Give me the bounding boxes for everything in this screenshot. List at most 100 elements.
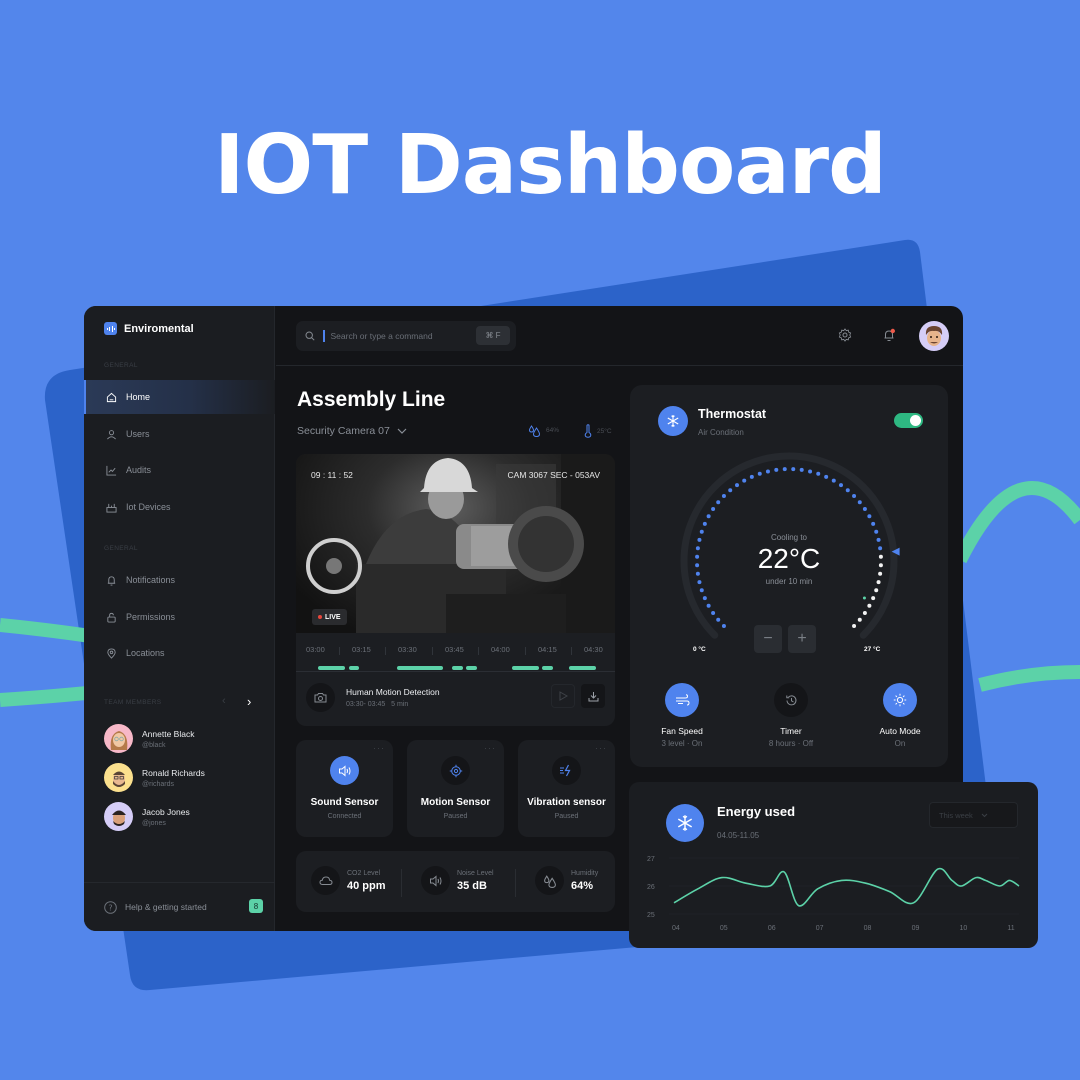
thermostat-toggle[interactable] [894, 413, 923, 428]
chevron-right-icon[interactable]: › [247, 694, 251, 709]
sidebar-item-label: Users [126, 429, 150, 439]
metric-noise: Noise Level 35 dB [421, 866, 494, 895]
timeline-event[interactable] [512, 666, 539, 670]
more-icon[interactable]: ··· [484, 743, 496, 753]
timeline-track [296, 671, 615, 672]
play-button[interactable] [551, 684, 575, 708]
timeline-event[interactable] [452, 666, 463, 670]
avatar [104, 724, 133, 753]
toggle-knob [910, 415, 921, 426]
team-member[interactable]: Annette Black @black [104, 724, 194, 753]
dial-dot [857, 617, 862, 622]
camera-select-label: Security Camera 07 [297, 425, 390, 437]
dial-dot [711, 610, 716, 615]
mode-fan-speed[interactable]: Fan Speed 3 level · On [637, 683, 727, 748]
timeline-event[interactable] [542, 666, 553, 670]
sensor-card-vibration[interactable]: ··· Vibration sensor Paused [518, 740, 615, 837]
snowflake-icon [658, 406, 688, 436]
speaker-icon [421, 866, 450, 895]
droplet-icon [528, 425, 541, 437]
event-time: 03:30- 03:45 [346, 701, 386, 708]
sidebar-item-iot-devices[interactable]: Iot Devices [84, 490, 275, 524]
search-icon [305, 331, 315, 341]
wave-right-bottom [978, 665, 1080, 692]
sidebar-item-permissions[interactable]: Permissions [84, 600, 275, 634]
timeline-event[interactable] [318, 666, 345, 670]
decrease-button[interactable]: − [754, 625, 782, 653]
dial-dot [871, 521, 876, 526]
timeline-tick: 03:00 [306, 645, 325, 654]
page-title: Assembly Line [297, 388, 446, 411]
dial-dot [721, 624, 726, 629]
dial-dot [716, 617, 721, 622]
timeline-event[interactable] [349, 666, 359, 670]
timeline-event[interactable] [466, 666, 477, 670]
member-handle: @richards [142, 780, 175, 788]
x-tick-label: 07 [816, 925, 824, 932]
camera-select[interactable]: Security Camera 07 [297, 425, 407, 437]
dial-dot [765, 469, 770, 474]
dial-max-label: 27 °C [864, 646, 881, 653]
more-icon[interactable]: ··· [373, 743, 385, 753]
mode-timer[interactable]: Timer 8 hours · Off [746, 683, 836, 748]
motion-event[interactable]: Human Motion Detection 03:30- 03:45 5 mi… [306, 683, 440, 712]
cloud-icon [311, 866, 340, 895]
bell-icon [107, 575, 116, 586]
temperature-indicator: 25°C [584, 424, 612, 438]
dial-dot [874, 588, 879, 593]
dial-dot [706, 603, 711, 608]
sidebar-item-label: Audits [126, 465, 152, 475]
dial-dot [728, 488, 733, 493]
download-button[interactable] [581, 684, 605, 708]
x-tick-label: 06 [768, 925, 776, 932]
sidebar-item-notifications[interactable]: Notifications [84, 563, 275, 597]
dial-dot [852, 493, 857, 498]
settings-button[interactable] [836, 326, 854, 344]
snowflake-icon [666, 804, 704, 842]
live-dot-icon [318, 615, 322, 619]
team-member[interactable]: Jacob Jones @jones [104, 802, 190, 831]
search-input[interactable]: Search or type a command ⌘ F [296, 321, 516, 351]
team-member[interactable]: Ronald Richards @richards [104, 763, 205, 792]
thermometer-icon [584, 424, 592, 438]
dial-dot [757, 471, 762, 476]
brand[interactable]: Enviromental [104, 322, 194, 335]
period-select[interactable]: This week [929, 802, 1018, 828]
event-title: Human Motion Detection [346, 687, 440, 697]
dial-dot [721, 493, 726, 498]
sidebar-item-locations[interactable]: Locations [84, 636, 275, 670]
mode-name: Timer [780, 726, 802, 736]
x-tick-label: 08 [864, 925, 872, 932]
period-label: This week [939, 810, 973, 820]
y-tick-label: 25 [647, 912, 655, 919]
timeline-divider [385, 647, 386, 655]
camera-card: 09 : 11 : 52 CAM 3067 SEC - 053AV LIVE 0… [296, 454, 615, 726]
increase-button[interactable]: + [788, 625, 816, 653]
camera-feed[interactable]: 09 : 11 : 52 CAM 3067 SEC - 053AV LIVE [296, 454, 615, 633]
avatar [104, 802, 133, 831]
dial-dot [824, 474, 829, 479]
thermostat-subtitle: Air Condition [698, 428, 744, 437]
sensor-card-motion[interactable]: ··· Motion Sensor Paused [407, 740, 504, 837]
camera-id: CAM 3067 SEC - 053AV [507, 470, 600, 480]
notifications-button[interactable] [880, 326, 898, 344]
y-tick-label: 27 [647, 856, 655, 863]
dial-dot [699, 588, 704, 593]
dial-dot [867, 603, 872, 608]
help-link[interactable]: ? Help & getting started 8 [84, 882, 275, 931]
sidebar-item-audits[interactable]: Audits [84, 453, 275, 487]
dial-dot [782, 467, 787, 472]
timeline-event[interactable] [569, 666, 596, 670]
sidebar-item-users[interactable]: Users [84, 417, 275, 451]
mode-auto[interactable]: Auto Mode On [855, 683, 945, 748]
more-icon[interactable]: ··· [595, 743, 607, 753]
sidebar: Enviromental GENERAL Home Users Audits I… [84, 306, 275, 931]
divider [401, 869, 402, 897]
sidebar-item-home[interactable]: Home [84, 380, 275, 414]
sensor-card-sound[interactable]: ··· Sound Sensor Connected [296, 740, 393, 837]
dial-dot [711, 507, 716, 512]
user-avatar[interactable] [919, 321, 949, 351]
timeline-event[interactable] [397, 666, 443, 670]
dial-min-label: 0 °C [693, 646, 706, 653]
chevron-left-icon[interactable]: ‹ [222, 695, 226, 707]
